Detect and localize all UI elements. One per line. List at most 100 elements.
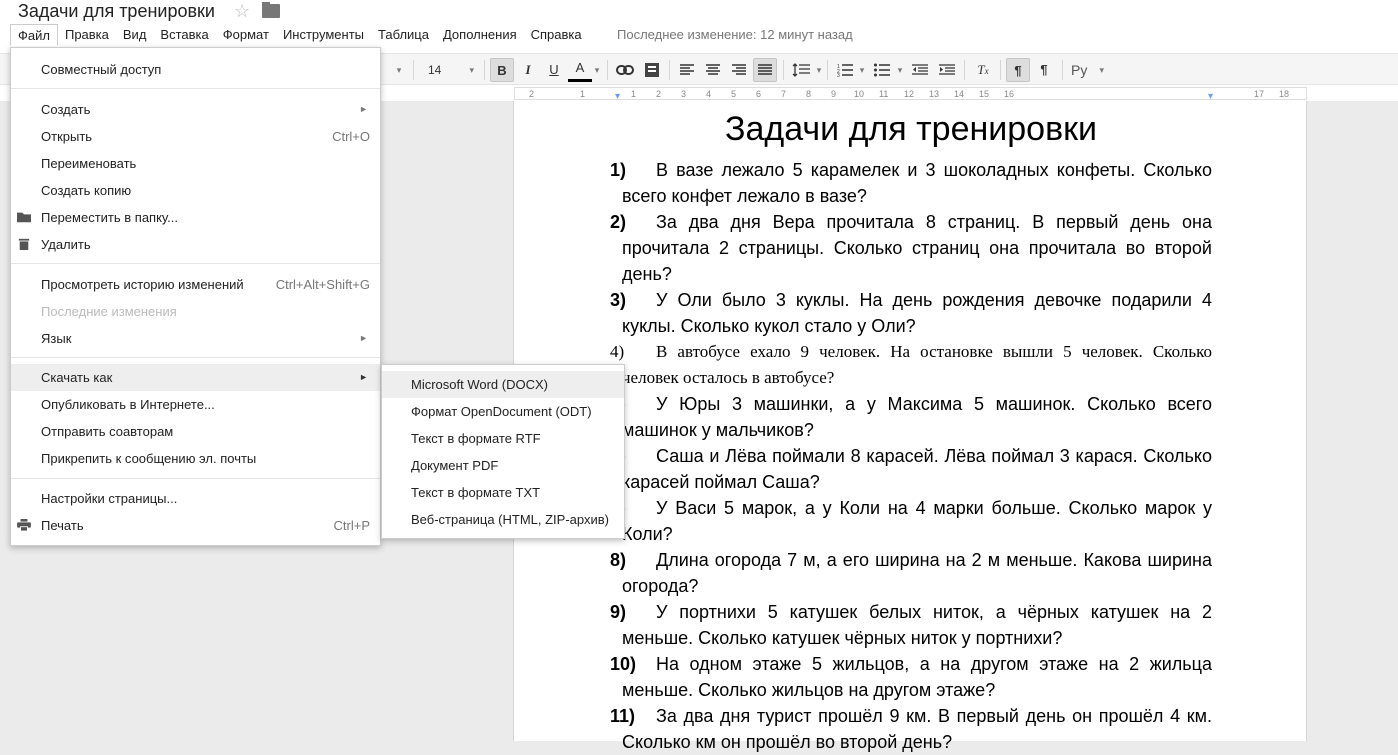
- decrease-indent-icon[interactable]: [908, 58, 932, 82]
- list-item: 9) У портнихи 5 катушек белых ниток, а чё…: [610, 599, 1212, 651]
- download-odt[interactable]: Формат OpenDocument (ODT): [382, 398, 624, 425]
- ruler-label: 6: [756, 89, 762, 99]
- menu-item-language[interactable]: Язык ►: [11, 325, 380, 352]
- menu-bar: Файл Правка Вид Вставка Формат Инструмен…: [10, 24, 589, 46]
- menu-item-label: Просмотреть историю изменений: [41, 277, 244, 292]
- menu-item-rename[interactable]: Переименовать: [11, 150, 380, 177]
- bulleted-list-icon[interactable]: [870, 58, 894, 82]
- svg-text:3: 3: [837, 73, 840, 77]
- menu-addons[interactable]: Дополнения: [436, 24, 524, 46]
- menu-format[interactable]: Формат: [216, 24, 276, 46]
- download-html[interactable]: Веб-страница (HTML, ZIP-архив): [382, 506, 624, 533]
- download-rtf[interactable]: Текст в формате RTF: [382, 425, 624, 452]
- menu-item-delete[interactable]: Удалить: [11, 231, 380, 258]
- menu-item-label: Скачать как: [41, 370, 113, 385]
- menu-insert[interactable]: Вставка: [153, 24, 215, 46]
- download-pdf[interactable]: Документ PDF: [382, 452, 624, 479]
- menu-item-email-collaborators[interactable]: Отправить соавторам: [11, 418, 380, 445]
- shortcut-label: Ctrl+Alt+Shift+G: [275, 277, 370, 292]
- list-number: 9): [610, 599, 627, 625]
- star-icon[interactable]: ☆: [234, 0, 250, 22]
- ruler-label: 2: [529, 89, 535, 99]
- menu-item-print[interactable]: Печать Ctrl+P: [11, 512, 380, 539]
- ruler-label: 5: [731, 89, 737, 99]
- menu-item-share[interactable]: Совместный доступ: [11, 56, 380, 83]
- italic-button[interactable]: I: [516, 58, 540, 82]
- submenu-arrow-icon: ►: [359, 104, 368, 114]
- menu-item-label: Прикрепить к сообщению эл. почты: [41, 451, 257, 466]
- document-title[interactable]: Задачи для тренировки: [18, 0, 215, 22]
- ruler-label: 18: [1279, 89, 1290, 99]
- comment-icon[interactable]: [640, 58, 664, 82]
- line-spacing-arrow-icon[interactable]: ▾: [814, 58, 824, 82]
- ltr-paragraph-icon[interactable]: ¶: [1006, 58, 1030, 82]
- download-docx[interactable]: Microsoft Word (DOCX): [382, 371, 624, 398]
- ruler-label: 3: [681, 89, 687, 99]
- menu-item-make-copy[interactable]: Создать копию: [11, 177, 380, 204]
- font-size-value: 14: [428, 63, 442, 77]
- menu-item-label: Настройки страницы...: [41, 491, 178, 506]
- last-edit-status[interactable]: Последнее изменение: 12 минут назад: [617, 27, 853, 42]
- link-icon[interactable]: [613, 58, 637, 82]
- menu-item-publish[interactable]: Опубликовать в Интернете...: [11, 391, 380, 418]
- menu-item-label: Совместный доступ: [41, 62, 162, 77]
- menu-item-open[interactable]: Открыть Ctrl+O: [11, 123, 380, 150]
- list-text: В автобусе ехало 9 человек. На остановке…: [622, 342, 1212, 387]
- clear-formatting-icon[interactable]: Tx: [971, 58, 995, 82]
- menu-item-label: Создать копию: [41, 183, 132, 198]
- menu-file[interactable]: Файл: [10, 24, 58, 46]
- list-text: Саша и Лёва поймали 8 карасей. Лёва пойм…: [622, 446, 1212, 492]
- trash-icon: [18, 238, 30, 250]
- ruler-label: 1: [580, 89, 586, 99]
- align-left-icon[interactable]: [675, 58, 699, 82]
- document-page[interactable]: Задачи для тренировки 1) В вазе лежало 5 …: [513, 101, 1307, 752]
- text-color-arrow-icon[interactable]: ▾: [592, 58, 602, 82]
- menu-item-email-attachment[interactable]: Прикрепить к сообщению эл. почты: [11, 445, 380, 472]
- text-color-button[interactable]: A: [568, 58, 592, 82]
- menu-item-page-setup[interactable]: Настройки страницы...: [11, 485, 380, 512]
- list-number: 8): [610, 547, 627, 573]
- ruler-label: 14: [954, 89, 965, 99]
- menu-item-download-as[interactable]: Скачать как ►: [11, 364, 380, 391]
- ruler-label: 11: [879, 89, 889, 99]
- underline-button[interactable]: U: [542, 58, 566, 82]
- document-heading: Задачи для тренировки: [724, 110, 1098, 148]
- line-spacing-icon[interactable]: [789, 58, 813, 82]
- numbered-list-icon[interactable]: 123: [833, 58, 857, 82]
- menu-table[interactable]: Таблица: [371, 24, 436, 46]
- list-item: 10) На одном этаже 5 жильцов, а на другом…: [610, 651, 1212, 703]
- download-txt[interactable]: Текст в формате TXT: [382, 479, 624, 506]
- list-item: 1) В вазе лежало 5 карамелек и 3 шоколадн…: [610, 157, 1212, 209]
- rtl-paragraph-icon[interactable]: ¶: [1032, 58, 1056, 82]
- align-justify-icon[interactable]: [753, 58, 777, 82]
- font-dropdown-arrow-icon[interactable]: ▾: [394, 58, 404, 82]
- ruler[interactable]: 2 1 1 2 3 4 5 6 7 8 9 10 11 12 13 14 15 …: [514, 87, 1307, 102]
- shortcut-label: Ctrl+O: [332, 129, 370, 144]
- align-right-icon[interactable]: [727, 58, 751, 82]
- file-menu: Совместный доступ Создать ► Открыть Ctrl+O…: [10, 47, 381, 546]
- menu-item-label: Последние изменения: [41, 304, 177, 319]
- align-center-icon[interactable]: [701, 58, 725, 82]
- input-tools-button[interactable]: Ру ▾: [1068, 58, 1106, 82]
- ruler-label: 10: [854, 89, 865, 99]
- menu-item-revision-history[interactable]: Просмотреть историю изменений Ctrl+Alt+Sh…: [11, 271, 380, 298]
- menu-view[interactable]: Вид: [116, 24, 154, 46]
- bulleted-list-arrow-icon[interactable]: ▾: [895, 58, 905, 82]
- list-number: 11): [610, 703, 636, 729]
- ruler-label: 12: [904, 89, 915, 99]
- menu-edit[interactable]: Правка: [58, 24, 116, 46]
- folder-icon[interactable]: [262, 2, 280, 18]
- numbered-list-arrow-icon[interactable]: ▾: [857, 58, 867, 82]
- menu-help[interactable]: Справка: [524, 24, 589, 46]
- increase-indent-icon[interactable]: [935, 58, 959, 82]
- shortcut-label: Ctrl+P: [333, 518, 370, 533]
- menu-item-recent-changes: Последние изменения: [11, 298, 380, 325]
- menu-tools[interactable]: Инструменты: [276, 24, 371, 46]
- list-item: 3) У Оли было 3 куклы. На день рождения д…: [610, 287, 1212, 339]
- font-size-select[interactable]: 14 ▾: [420, 58, 480, 82]
- problem-list: 1) В вазе лежало 5 карамелек и 3 шоколадн…: [610, 157, 1212, 755]
- menu-item-create[interactable]: Создать ►: [11, 96, 380, 123]
- menu-item-move-to-folder[interactable]: Переместить в папку...: [11, 204, 380, 231]
- bold-button[interactable]: B: [490, 58, 514, 82]
- list-text: В вазе лежало 5 карамелек и 3 шоколадных…: [622, 160, 1212, 206]
